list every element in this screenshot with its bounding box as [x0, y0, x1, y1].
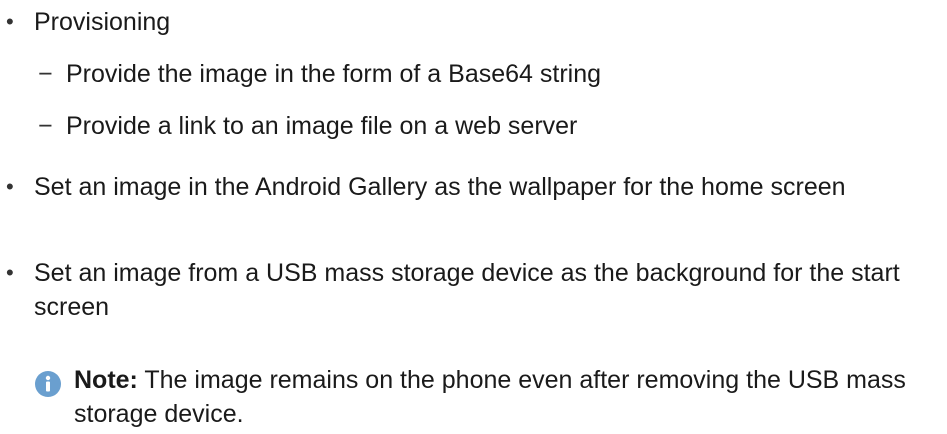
- document-body: • Provisioning − Provide the image in th…: [0, 0, 947, 434]
- dash-marker: −: [38, 112, 53, 140]
- info-icon: [35, 371, 61, 397]
- list-item-text: Provisioning: [34, 8, 171, 36]
- list-item-text: Set an image from a USB mass storage dev…: [34, 259, 900, 321]
- dash-marker: −: [38, 60, 53, 88]
- note-text: Note: The image remains on the phone eve…: [74, 363, 934, 431]
- bullet-marker: •: [6, 9, 14, 34]
- list-item-text: Set an image in the Android Gallery as t…: [34, 173, 846, 201]
- note-content: The image remains on the phone even afte…: [74, 366, 906, 428]
- note-label: Note:: [74, 366, 138, 394]
- bullet-marker: •: [6, 260, 14, 285]
- bullet-marker: •: [6, 174, 14, 199]
- list-item-text: Provide a link to an image file on a web…: [66, 112, 578, 140]
- list-item-text: Provide the image in the form of a Base6…: [66, 60, 602, 88]
